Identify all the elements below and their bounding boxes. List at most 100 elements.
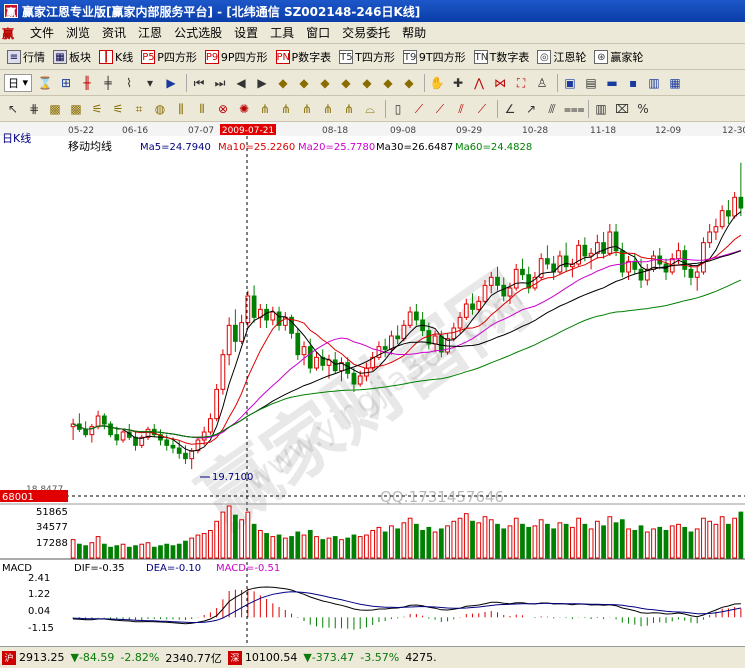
diamond-7-icon[interactable]: ◆: [400, 74, 418, 92]
gann-fan-1-icon[interactable]: ⚟: [88, 100, 106, 118]
percent-icon[interactable]: %: [634, 100, 652, 118]
ray-tool-icon[interactable]: ↗: [522, 100, 540, 118]
angle-tool-icon[interactable]: ∠: [501, 100, 519, 118]
sh-index-pct: -2.82%: [120, 651, 160, 664]
volume-bar: [208, 529, 213, 559]
fib-line-icon[interactable]: ⫴: [193, 100, 211, 118]
menu-window[interactable]: 窗口: [300, 24, 336, 41]
volume-bar: [70, 539, 76, 559]
9p-square-button[interactable]: P9 9P四方形: [202, 47, 271, 67]
candle-body: [183, 452, 188, 460]
candle-body: [395, 335, 401, 340]
diamond-3-icon[interactable]: ◆: [316, 74, 334, 92]
speed-line-icon[interactable]: ⫼: [172, 100, 190, 118]
candle-body: [101, 415, 107, 425]
trendline-2-icon[interactable]: ⟋: [431, 100, 449, 118]
disk-icon[interactable]: ▪: [624, 74, 642, 92]
diamond-2-icon[interactable]: ◆: [295, 74, 313, 92]
diamond-6-icon[interactable]: ◆: [379, 74, 397, 92]
export-icon[interactable]: ▥: [645, 74, 663, 92]
multi-chart-icon[interactable]: ⊞: [57, 74, 75, 92]
play-icon[interactable]: ▶: [162, 74, 180, 92]
step-forward-icon[interactable]: ▶: [253, 74, 271, 92]
menu-settings[interactable]: 设置: [228, 24, 264, 41]
stamp-icon[interactable]: ⛶: [512, 74, 530, 92]
step-back-icon[interactable]: ◀: [232, 74, 250, 92]
print-icon[interactable]: ▦: [666, 74, 684, 92]
p-table-button[interactable]: PN P数字表: [273, 47, 335, 67]
dropdown-icon[interactable]: ▾: [141, 74, 159, 92]
ruler-icon[interactable]: ▥: [592, 100, 610, 118]
winner-wheel-button[interactable]: ⊛ 赢家轮: [591, 47, 646, 67]
history-icon[interactable]: ⌛: [36, 74, 54, 92]
volume-bar: [570, 526, 575, 559]
volume-panel: [70, 505, 744, 559]
rect-tool-icon[interactable]: ▯: [389, 100, 407, 118]
volume-bar: [732, 517, 738, 559]
crosshair-icon[interactable]: ✚: [449, 74, 467, 92]
kline-chart[interactable]: 05-22 06-16 07-07 08-18 09-08 09-29 10-28 11-18…: [0, 122, 745, 646]
time-cycle-icon[interactable]: ⌗: [130, 100, 148, 118]
macd-dif: DIF=-0.35: [74, 563, 125, 574]
9t-square-button[interactable]: T9 9T四方形: [400, 47, 469, 67]
fib-circle-icon[interactable]: ⊗: [214, 100, 232, 118]
menu-gann[interactable]: 江恩: [132, 24, 168, 41]
trendline-1-icon[interactable]: ⟋: [410, 100, 428, 118]
diamond-4-icon[interactable]: ◆: [337, 74, 355, 92]
gann-box-1-icon[interactable]: ▩: [46, 100, 64, 118]
candle-body: [707, 231, 713, 244]
sector-button[interactable]: ▦ 板块: [50, 47, 94, 67]
ma10-value: Ma10=25.2260: [218, 142, 295, 153]
cycle-line-3-icon[interactable]: ⋔: [298, 100, 316, 118]
cycle-line-1-icon[interactable]: ⋔: [256, 100, 274, 118]
quotes-button[interactable]: ≡ 行情: [4, 47, 48, 67]
fan-tool-icon[interactable]: ⟋: [473, 100, 491, 118]
candle-body: [501, 284, 507, 297]
ellipse-tool-icon[interactable]: ◍: [151, 100, 169, 118]
menu-browse[interactable]: 浏览: [60, 24, 96, 41]
delete-drawing-icon[interactable]: ⌧: [613, 100, 631, 118]
grid-tool-icon[interactable]: ⋕: [25, 100, 43, 118]
gann-fan-2-icon[interactable]: ⚟: [109, 100, 127, 118]
line-style-icon[interactable]: ⌇: [120, 74, 138, 92]
next-icon[interactable]: ⏭: [211, 74, 229, 92]
first-icon[interactable]: ⏮: [190, 74, 208, 92]
multi-line-tool-icon[interactable]: ⩶: [564, 100, 585, 118]
hand-icon[interactable]: ✋: [428, 74, 446, 92]
menu-help[interactable]: 帮助: [396, 24, 432, 41]
diamond-1-icon[interactable]: ◆: [274, 74, 292, 92]
menu-tools[interactable]: 工具: [264, 24, 300, 41]
save-icon[interactable]: ▬: [603, 74, 621, 92]
diamond-5-icon[interactable]: ◆: [358, 74, 376, 92]
app-menu-icon[interactable]: 赢: [2, 25, 20, 41]
menu-file[interactable]: 文件: [24, 24, 60, 41]
calendar-icon[interactable]: ▣: [561, 74, 579, 92]
menu-bar: 赢 文件 浏览 资讯 江恩 公式选股 设置 工具 窗口 交易委托 帮助: [0, 22, 745, 44]
menu-news[interactable]: 资讯: [96, 24, 132, 41]
gann-box-2-icon[interactable]: ▩: [67, 100, 85, 118]
channel-tool-icon[interactable]: ⫽: [452, 100, 470, 118]
menu-formula-select[interactable]: 公式选股: [168, 24, 228, 41]
t-table-button[interactable]: TN T数字表: [471, 47, 533, 67]
gann-wheel-tool-icon[interactable]: ✺: [235, 100, 253, 118]
arc-tool-icon[interactable]: ⌓: [361, 100, 379, 118]
cycle-line-4-icon[interactable]: ⋔: [319, 100, 337, 118]
zigzag-icon[interactable]: ⋀: [470, 74, 488, 92]
pointer-icon[interactable]: ↖: [4, 100, 22, 118]
figure-icon[interactable]: ♙: [533, 74, 551, 92]
table-icon[interactable]: ▤: [582, 74, 600, 92]
kline-button[interactable]: ┃ K线: [96, 47, 136, 67]
cycle-line-5-icon[interactable]: ⋔: [340, 100, 358, 118]
pattern-icon[interactable]: ⋈: [491, 74, 509, 92]
p-square-button[interactable]: P5 P四方形: [138, 47, 200, 67]
period-select[interactable]: 日 ▾: [4, 73, 33, 92]
candle-body: [438, 335, 444, 353]
cycle-line-2-icon[interactable]: ⋔: [277, 100, 295, 118]
gann-wheel-button[interactable]: ◎ 江恩轮: [534, 47, 589, 67]
t9-icon: T9: [402, 49, 417, 64]
menu-trade[interactable]: 交易委托: [336, 24, 396, 41]
t-square-button[interactable]: T5 T四方形: [336, 47, 398, 67]
parallel-tool-icon[interactable]: ⫻: [543, 100, 561, 118]
candle-style-icon[interactable]: ╫: [78, 74, 96, 92]
bar-style-icon[interactable]: ╪: [99, 74, 117, 92]
